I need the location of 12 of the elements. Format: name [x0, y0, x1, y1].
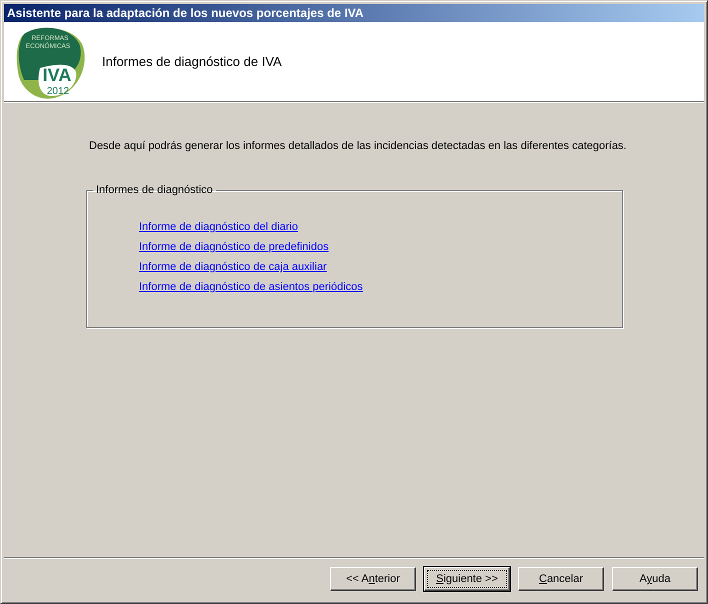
- report-link[interactable]: Informe de diagnóstico de predefinidos: [139, 241, 329, 253]
- report-link[interactable]: Informe de diagnóstico de caja auxiliar: [139, 261, 327, 273]
- dialog-button[interactable]: << Anterior: [330, 567, 416, 591]
- window-title: Asistente para la adaptación de los nuevos porcentajes de IVA: [7, 6, 364, 20]
- report-link[interactable]: Informe de diagnóstico de asientos periódicos: [139, 281, 363, 293]
- dialog-button[interactable]: Siguiente >>: [424, 567, 510, 591]
- report-link[interactable]: Informe de diagnóstico del diario: [139, 221, 298, 233]
- intro-text: Desde aquí podrás generar los informes detallados de las incidencias detectadas en las diferentes categorías.: [89, 140, 628, 152]
- dialog-button[interactable]: Ayuda: [612, 567, 698, 591]
- page-heading: Informes de diagnóstico de IVA: [102, 54, 282, 69]
- group-title: Informes de diagnóstico: [95, 184, 214, 196]
- dialog-button[interactable]: Cancelar: [518, 567, 604, 591]
